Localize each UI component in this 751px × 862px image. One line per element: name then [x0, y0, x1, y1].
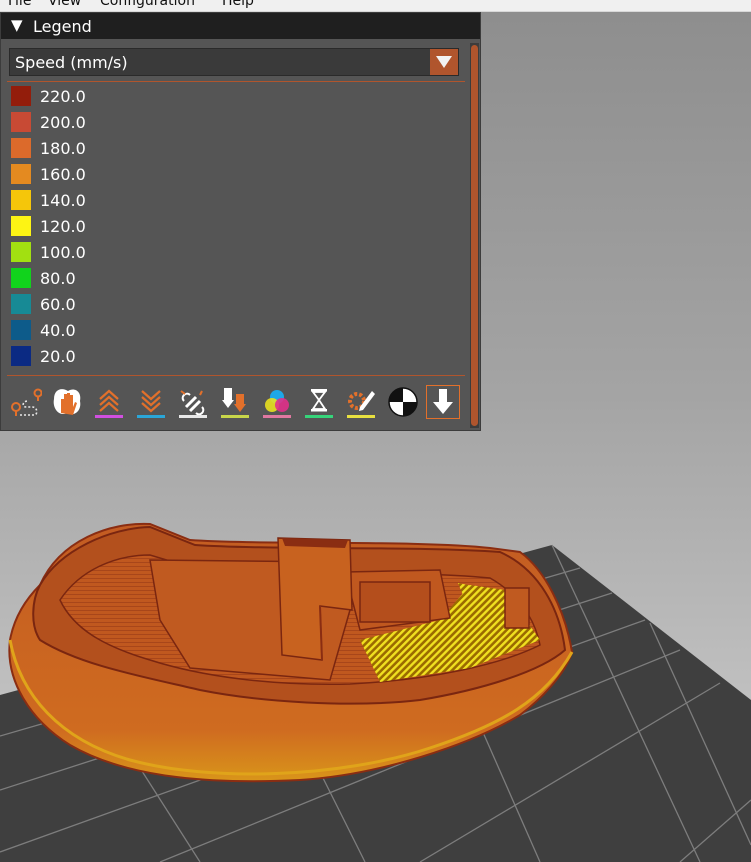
legend-swatch: [11, 294, 31, 314]
legend-item-label: 40.0: [40, 321, 76, 340]
legend-item: 160.0: [11, 164, 211, 186]
collapse-triangle-icon[interactable]: ▼: [11, 16, 23, 34]
legend-item-label: 80.0: [40, 269, 76, 288]
legend-swatch: [11, 346, 31, 366]
legend-swatch: [11, 190, 31, 210]
center-of-gravity-icon: [388, 387, 418, 417]
seams-toggle-button[interactable]: [176, 385, 210, 419]
menu-file[interactable]: File: [8, 0, 31, 9]
legend-swatch: [11, 86, 31, 106]
legend-item: 120.0: [11, 216, 211, 238]
legend-swatch: [11, 268, 31, 288]
legend-item: 140.0: [11, 190, 211, 212]
custom-gcodes-toggle-button[interactable]: [344, 385, 378, 419]
chevron-down-icon: [436, 56, 452, 68]
tool-changes-toggle-button[interactable]: [218, 385, 252, 419]
separator-top: [7, 81, 465, 82]
legend-item-label: 180.0: [40, 139, 86, 158]
legend-item-label: 160.0: [40, 165, 86, 184]
wipe-icon: [53, 389, 81, 415]
retractions-icon: [95, 389, 123, 418]
legend-item-label: 20.0: [40, 347, 76, 366]
color-changes-toggle-button[interactable]: [260, 385, 294, 419]
legend-header[interactable]: ▼ Legend: [1, 13, 480, 39]
legend-item-label: 100.0: [40, 243, 86, 262]
legend-scrollbar[interactable]: [470, 43, 479, 428]
travel-icon: [11, 388, 42, 416]
center-of-gravity-toggle-button[interactable]: [386, 385, 420, 419]
legend-swatch: [11, 112, 31, 132]
legend-swatch: [11, 138, 31, 158]
pause-prints-toggle-button[interactable]: [302, 385, 336, 419]
menu-configuration[interactable]: Configuration: [100, 0, 195, 9]
menu-bar: File View Configuration Help: [0, 0, 751, 12]
scrollbar-thumb[interactable]: [471, 45, 478, 426]
legend-item: 80.0: [11, 268, 211, 290]
menu-view[interactable]: View: [48, 0, 81, 9]
view-type-combo[interactable]: Speed (mm/s): [9, 48, 459, 76]
legend-item: 200.0: [11, 112, 211, 134]
legend-item: 60.0: [11, 294, 211, 316]
pause-prints-icon: [305, 389, 333, 418]
legend-item: 20.0: [11, 346, 211, 368]
retractions-toggle-button[interactable]: [92, 385, 126, 419]
legend-item: 180.0: [11, 138, 211, 160]
dropdown-arrow-button[interactable]: [430, 49, 458, 75]
view-type-value: Speed (mm/s): [15, 53, 128, 72]
separator-bottom: [7, 375, 465, 376]
legend-item-label: 220.0: [40, 87, 86, 106]
menu-help[interactable]: Help: [222, 0, 254, 9]
deretractions-toggle-button[interactable]: [134, 385, 168, 419]
legend-title: Legend: [33, 17, 92, 36]
legend-item: 220.0: [11, 86, 211, 108]
travel-toggle-button[interactable]: [8, 385, 42, 419]
custom-gcodes-icon: [347, 391, 375, 418]
color-changes-icon: [263, 390, 291, 418]
legend-swatch: [11, 216, 31, 236]
wipe-toggle-button[interactable]: [50, 385, 84, 419]
legend-panel: ▼ Legend Speed (mm/s) 220.0 200.0 180.0 …: [0, 12, 481, 431]
seams-icon: [179, 390, 207, 418]
legend-swatch: [11, 242, 31, 262]
legend-item-label: 200.0: [40, 113, 86, 132]
deretractions-icon: [137, 390, 165, 418]
tool-marker-toggle-button[interactable]: [426, 385, 460, 419]
tool-changes-icon: [221, 388, 249, 418]
legend-item: 100.0: [11, 242, 211, 264]
legend-swatch: [11, 164, 31, 184]
tool-marker-icon: [433, 389, 453, 414]
legend-item-label: 120.0: [40, 217, 86, 236]
legend-swatch: [11, 320, 31, 340]
legend-item-label: 60.0: [40, 295, 76, 314]
legend-item: 40.0: [11, 320, 211, 342]
legend-item-label: 140.0: [40, 191, 86, 210]
